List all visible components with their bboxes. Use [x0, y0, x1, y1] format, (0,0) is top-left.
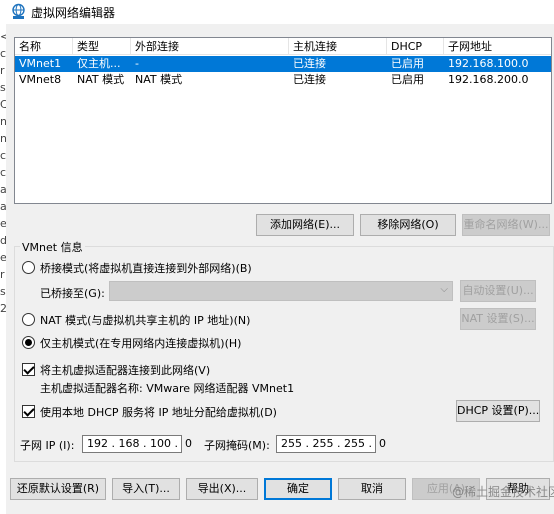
vmnet-info-group [14, 246, 554, 462]
restore-defaults-button[interactable]: 还原默认设置(R) [10, 478, 106, 500]
use-dhcp-checkbox[interactable] [22, 405, 35, 418]
network-list[interactable]: 名称 类型 外部连接 主机连接 DHCP 子网地址 VMnet1 仅主机... … [14, 37, 552, 204]
export-button[interactable]: 导出(X)... [186, 478, 258, 500]
window-title: 虚拟网络编辑器 [31, 6, 116, 20]
cell-type: 仅主机... [77, 57, 121, 70]
dhcp-settings-button[interactable]: DHCP 设置(P)... [456, 400, 540, 422]
subnet-mask-label: 子网掩码(M): [204, 439, 270, 452]
chevron-down-icon: ⌵ [440, 284, 448, 295]
column-header-host[interactable]: 主机连接 [289, 38, 387, 55]
background-window-char: r [0, 268, 5, 281]
bridged-to-select[interactable]: ⌵ [109, 281, 453, 301]
column-header-subnet[interactable]: 子网地址 [444, 38, 551, 55]
cell-dhcp: 已启用 [391, 57, 424, 70]
cell-host: 已连接 [293, 57, 326, 70]
table-row[interactable]: VMnet1 仅主机... - 已连接 已启用 192.168.100.0 [15, 56, 551, 72]
rename-network-button[interactable]: 重命名网络(W)... [462, 214, 550, 236]
cancel-button[interactable]: 取消 [338, 478, 406, 500]
background-window-char: r [0, 64, 5, 77]
cell-dhcp: 已启用 [391, 73, 424, 86]
subnet-ip-input[interactable]: 192 . 168 . 100 . 0 [82, 435, 192, 453]
cell-host: 已连接 [293, 73, 326, 86]
column-header-type[interactable]: 类型 [73, 38, 131, 55]
background-window-char: s [0, 285, 6, 298]
add-network-button[interactable]: 添加网络(E)... [256, 214, 354, 236]
host-only-mode-radio[interactable] [22, 336, 35, 349]
cell-subnet: 192.168.200.0 [448, 73, 529, 86]
table-row[interactable]: VMnet8 NAT 模式 NAT 模式 已连接 已启用 192.168.200… [15, 72, 551, 88]
ok-button[interactable]: 确定 [264, 478, 332, 500]
list-header: 名称 类型 外部连接 主机连接 DHCP 子网地址 [15, 38, 551, 55]
cell-type: NAT 模式 [77, 73, 125, 86]
import-button[interactable]: 导入(T)... [112, 478, 180, 500]
nat-mode-radio[interactable] [22, 313, 35, 326]
column-header-dhcp[interactable]: DHCP [387, 38, 444, 55]
cell-subnet: 192.168.100.0 [448, 57, 529, 70]
network-globe-icon [12, 3, 25, 19]
subnet-mask-input[interactable]: 255 . 255 . 255 . 0 [276, 435, 386, 453]
nat-mode-label: NAT 模式(与虚拟机共享主机的 IP 地址)(N) [40, 314, 251, 327]
bridged-to-label: 已桥接至(G): [40, 287, 105, 300]
column-header-external[interactable]: 外部连接 [131, 38, 289, 55]
cell-external: - [135, 57, 139, 70]
remove-network-button[interactable]: 移除网络(O) [360, 214, 456, 236]
connect-adapter-label: 将主机虚拟适配器连接到此网络(V) [40, 364, 211, 377]
bridge-mode-label: 桥接模式(将虚拟机直接连接到外部网络)(B) [40, 262, 252, 275]
vmnet-info-title: VMnet 信息 [20, 239, 85, 255]
virtual-network-editor-window: 虚拟网络编辑器 名称 类型 外部连接 主机连接 DHCP 子网地址 VMnet1… [6, 0, 554, 514]
watermark: @稀土掘金技术社区 [452, 485, 554, 499]
auto-settings-button[interactable]: 自动设置(U)... [460, 280, 536, 302]
cell-name: VMnet1 [19, 57, 62, 70]
column-header-name[interactable]: 名称 [15, 38, 73, 55]
adapter-name-text: 主机虚拟适配器名称: VMware 网络适配器 VMnet1 [40, 382, 295, 395]
cell-name: VMnet8 [19, 73, 62, 86]
background-window-char: s [0, 81, 6, 94]
use-dhcp-label: 使用本地 DHCP 服务将 IP 地址分配给虚拟机(D) [40, 406, 277, 419]
bridge-mode-radio[interactable] [22, 261, 35, 274]
connect-adapter-checkbox[interactable] [22, 363, 35, 376]
cell-external: NAT 模式 [135, 73, 183, 86]
host-only-mode-label: 仅主机模式(在专用网络内连接虚拟机)(H) [40, 337, 242, 350]
subnet-ip-label: 子网 IP (I): [20, 439, 75, 452]
nat-settings-button[interactable]: NAT 设置(S)... [460, 308, 536, 330]
title-bar: 虚拟网络编辑器 [6, 0, 554, 24]
